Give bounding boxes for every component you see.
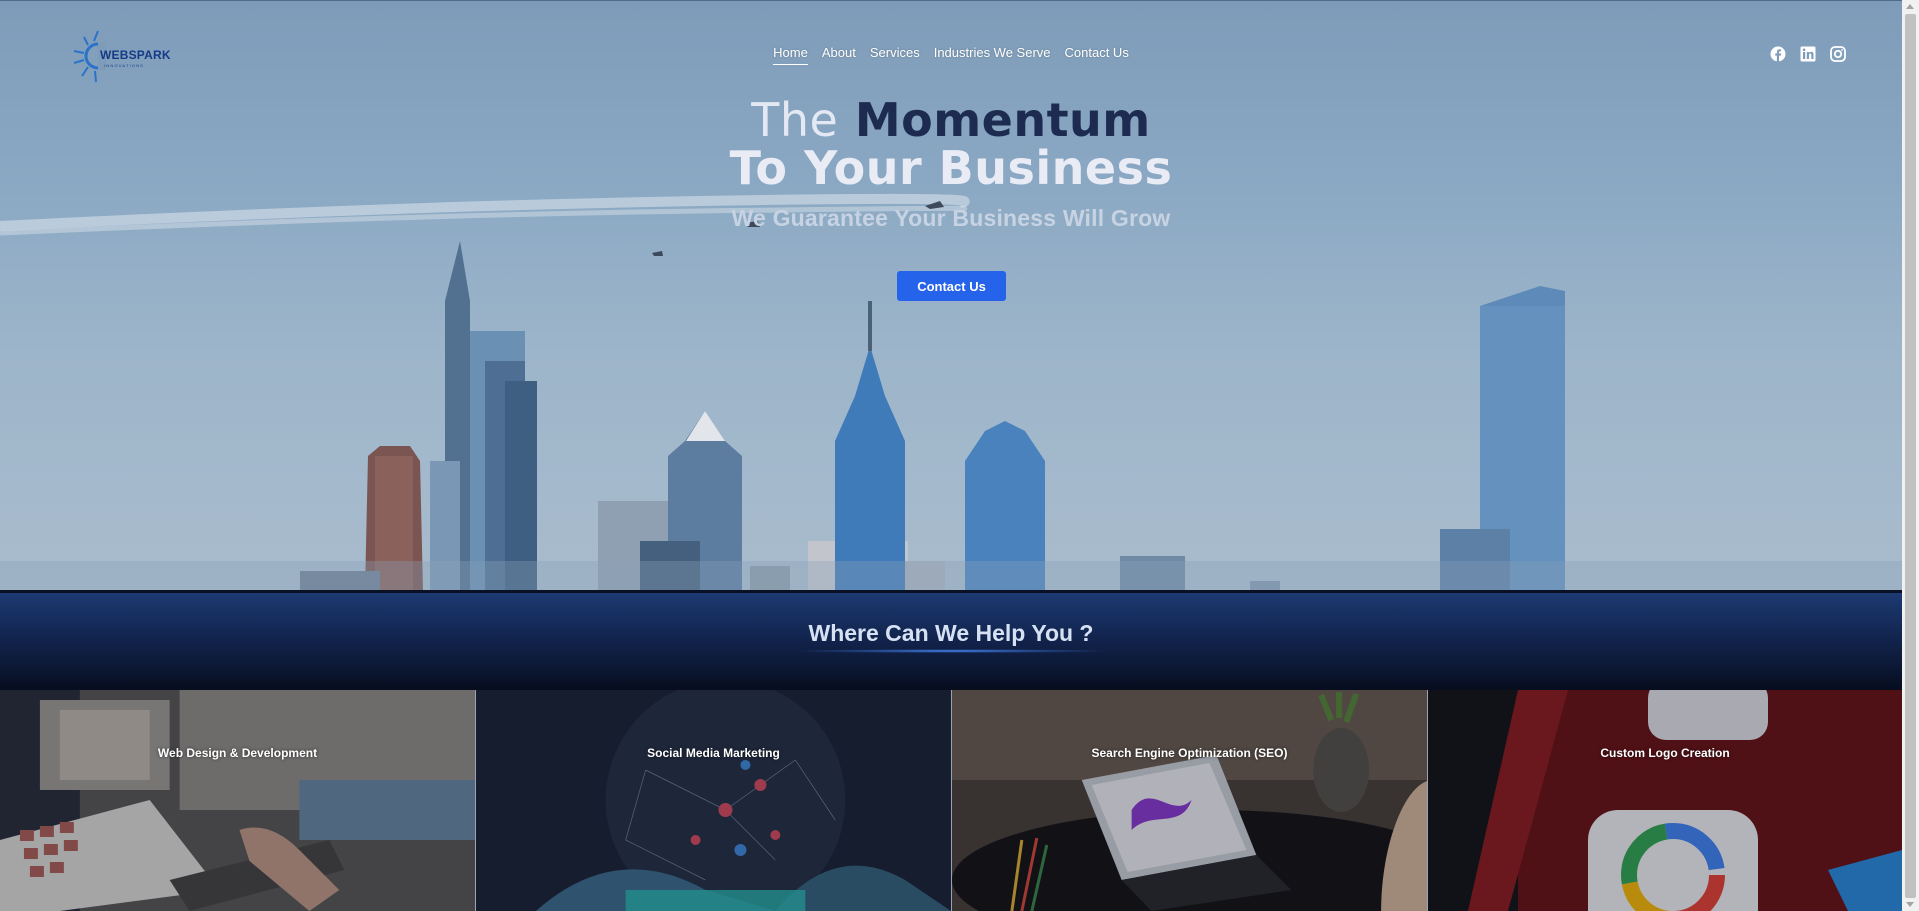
social-links: [1770, 46, 1846, 62]
nav-industries[interactable]: Industries We Serve: [934, 45, 1051, 65]
service-card-social-media[interactable]: Social Media Marketing: [476, 690, 952, 911]
headline-word-momentum: Momentum: [854, 93, 1151, 147]
scroll-up-arrow-icon[interactable]: [1906, 4, 1914, 9]
seo-photo: [952, 690, 1427, 911]
main-nav: Home About Services Industries We Serve …: [0, 45, 1902, 65]
service-title: Social Media Marketing: [647, 746, 780, 760]
nav-home[interactable]: Home: [773, 45, 808, 65]
scroll-down-arrow-icon[interactable]: [1906, 902, 1914, 907]
hero-section: WEBSPARK INNOVATIONS Home About Services…: [0, 0, 1902, 590]
linkedin-icon[interactable]: [1800, 46, 1816, 62]
headline-word-the: The: [751, 93, 839, 147]
service-card-seo[interactable]: Search Engine Optimization (SEO): [952, 690, 1428, 911]
hero-contact-button[interactable]: Contact Us: [897, 271, 1006, 301]
scrollbar-thumb[interactable]: [1905, 14, 1916, 898]
service-title: Search Engine Optimization (SEO): [1091, 746, 1288, 760]
facebook-icon[interactable]: [1770, 46, 1786, 62]
service-title: Custom Logo Creation: [1600, 746, 1730, 760]
nav-contact[interactable]: Contact Us: [1065, 45, 1129, 65]
hero-subtitle: We Guarantee Your Business Will Grow: [731, 205, 1171, 231]
services-grid: Web Design & Development Social Media Ma…: [0, 690, 1902, 911]
service-title: Web Design & Development: [157, 746, 318, 760]
hero-headline: The Momentum To Your Business: [0, 95, 1902, 193]
heading-underline-glow: [789, 649, 1115, 653]
web-design-photo: [0, 690, 475, 911]
service-card-web-design[interactable]: Web Design & Development: [0, 690, 476, 911]
help-heading: Where Can We Help You ?: [808, 620, 1094, 646]
logo-creation-photo: [1428, 690, 1902, 911]
help-section: Where Can We Help You ?: [0, 590, 1902, 690]
nav-services[interactable]: Services: [870, 45, 920, 65]
page-scrollbar[interactable]: [1902, 0, 1919, 911]
headline-line-2: To Your Business: [729, 141, 1173, 195]
social-media-photo: [476, 690, 951, 911]
nav-about[interactable]: About: [822, 45, 856, 65]
service-card-logo[interactable]: Custom Logo Creation: [1428, 690, 1902, 911]
instagram-icon[interactable]: [1830, 46, 1846, 62]
